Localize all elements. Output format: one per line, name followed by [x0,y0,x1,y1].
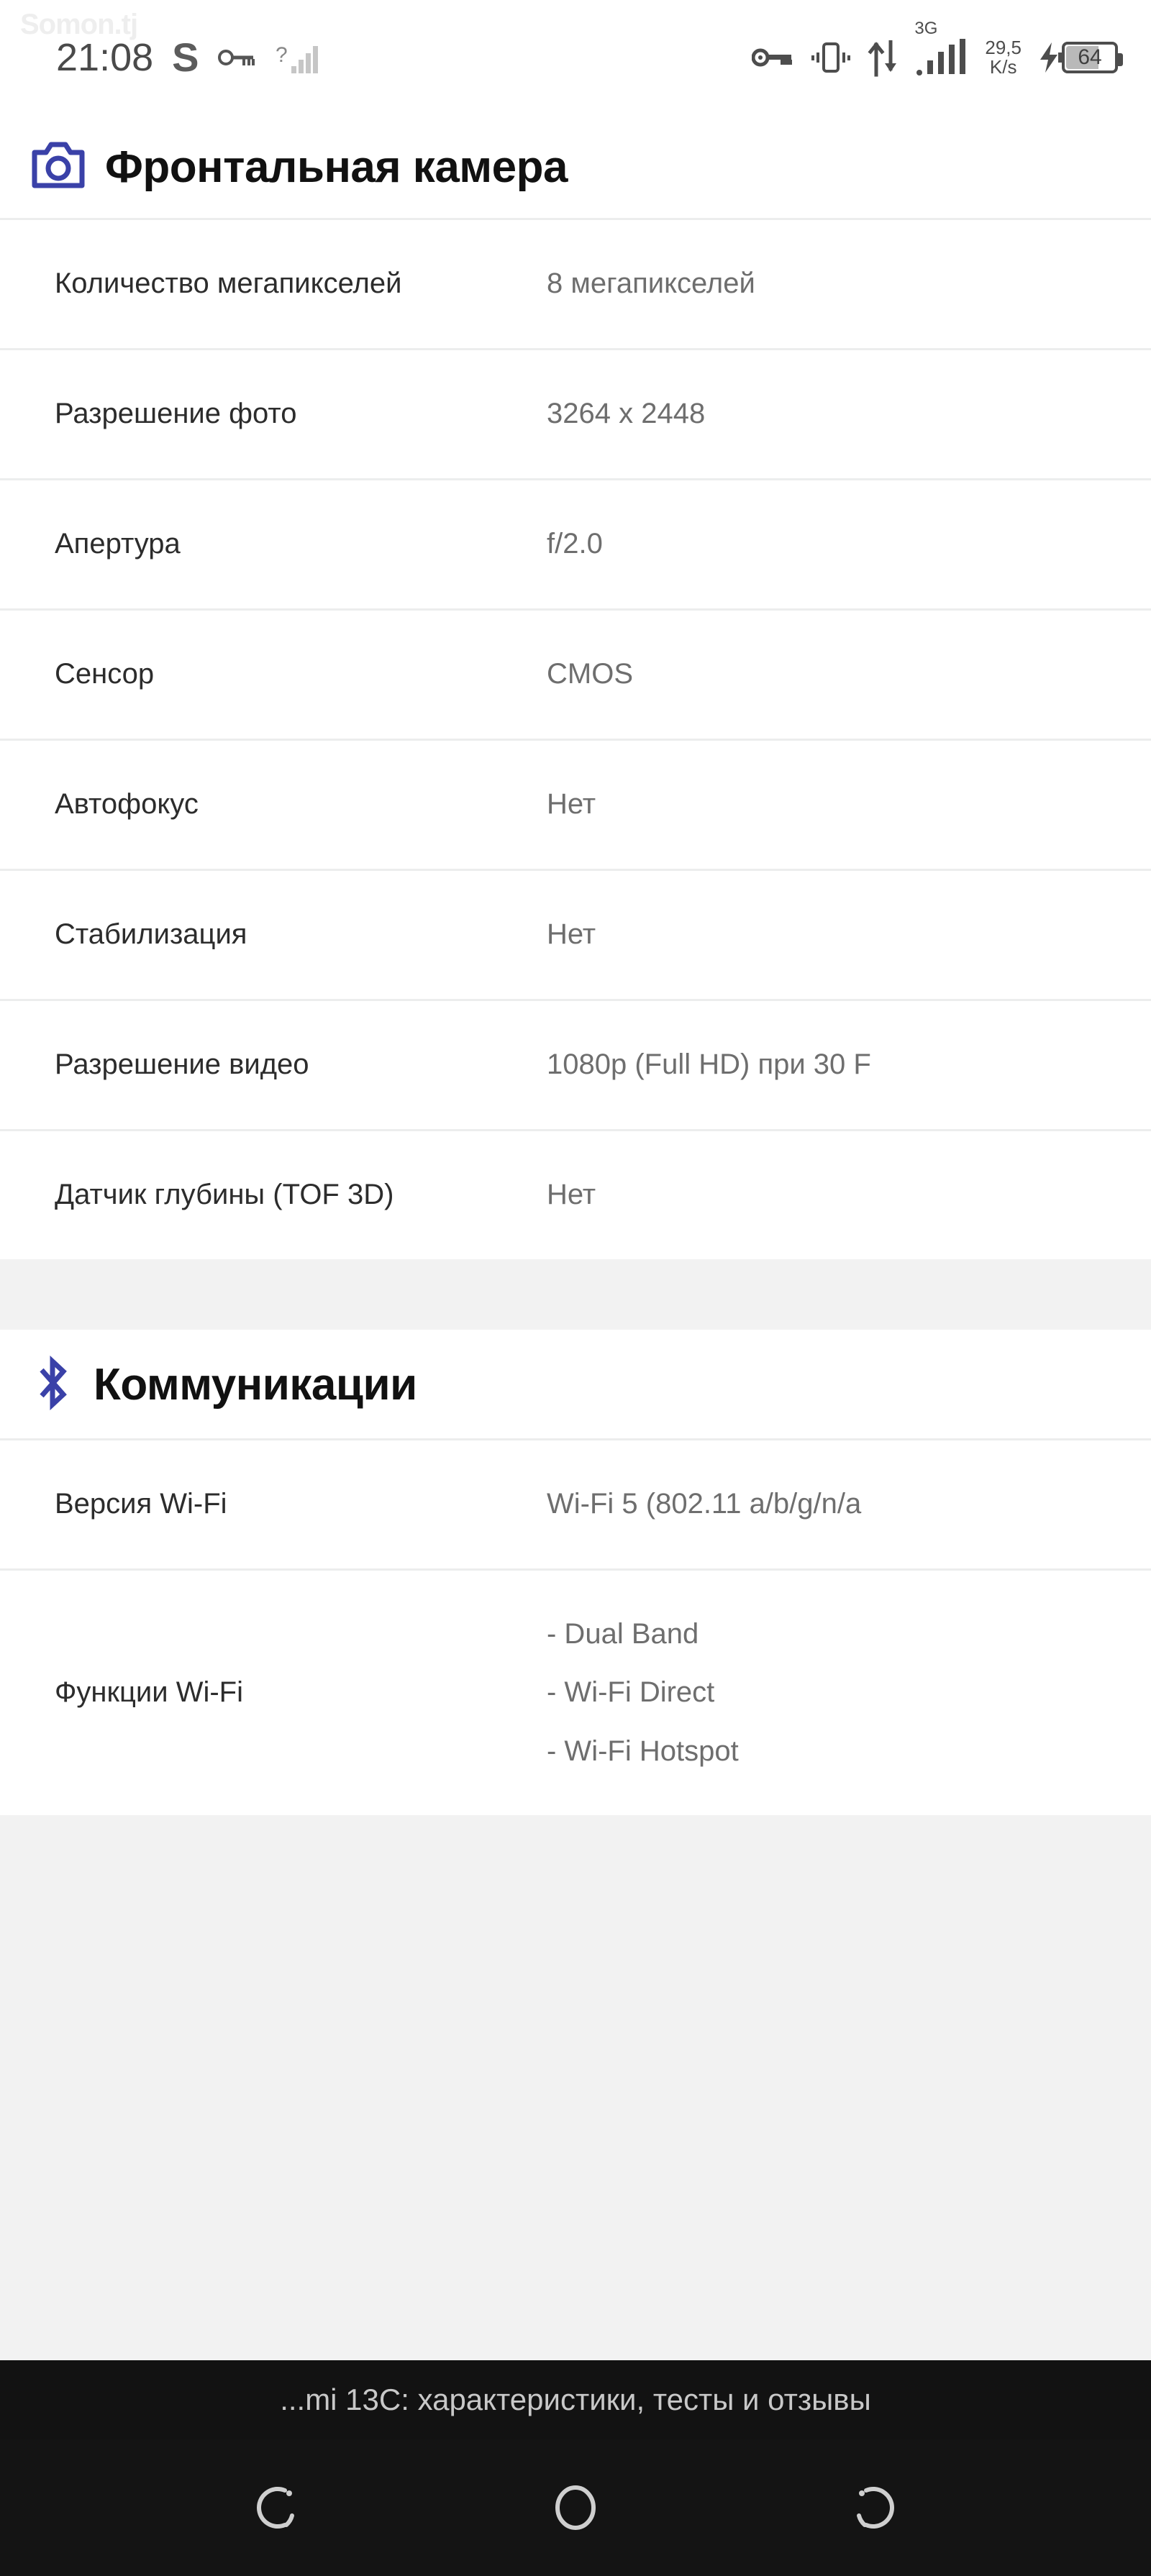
section-header-communications: Коммуникации [0,1330,1151,1438]
status-bar: Somon.tj 21:08 S ? 3G 29,5 K/s 64 [0,0,1151,115]
network-speed-value: 29,5 [985,37,1022,59]
spec-label: Количество мегапикселей [55,268,402,300]
carrier-letter: S [172,35,199,80]
network-speed-unit: K/s [989,56,1017,78]
battery-body: 64 [1062,42,1123,73]
table-row[interactable]: Разрешение фото 3264 x 2448 [0,350,1151,478]
network-type-label: 3G [914,19,938,38]
table-row[interactable]: Стабилизация Нет [0,871,1151,999]
battery-level-label: 64 [1078,45,1102,69]
watermark-somon-tj: Somon.tj [20,9,138,40]
data-transfer-icon [867,37,900,78]
spec-label: Разрешение фото [55,398,297,430]
page-title-bar: ...mi 13C: характеристики, тесты и отзыв… [0,2360,1151,2439]
section-front-camera: Фронтальная камера Количество мегапиксел… [0,115,1151,1259]
spec-value: - Dual Band - Wi-Fi Direct - Wi-Fi Hotspot [547,1596,1151,1790]
battery-indicator: 64 [1037,41,1123,74]
spec-value: 8 мегапикселей [547,268,755,300]
spec-value: Нет [547,918,596,951]
unknown-signal-icon: ? [276,40,320,75]
table-row[interactable]: Функции Wi-Fi - Dual Band - Wi-Fi Direct -… [0,1571,1151,1815]
recents-icon[interactable] [239,2468,318,2547]
bullet-line: - Dual Band [547,1618,699,1650]
phone-screen: Somon.tj 21:08 S ? 3G 29,5 K/s 64 Фронта… [0,0,1151,2576]
spec-label: Сенсор [55,658,155,690]
table-row[interactable]: Датчик глубины (TOF 3D) Нет [0,1131,1151,1259]
camera-icon [32,141,85,193]
table-row[interactable]: Автофокус Нет [0,741,1151,869]
key-icon [752,45,793,70]
spec-label: Автофокус [55,788,199,821]
spec-value: Wi-Fi 5 (802.11 a/b/g/n/a [547,1488,862,1520]
spec-value: f/2.0 [547,528,603,560]
spec-value: 1080p (Full HD) при 30 F [547,1049,871,1081]
bullet-line: - Wi-Fi Direct [547,1676,715,1709]
section-title: Фронтальная камера [105,142,568,192]
table-row[interactable]: Сенсор CMOS [0,611,1151,739]
signal-bars-icon: 3G [914,20,969,76]
spec-label: Версия Wi-Fi [55,1488,227,1520]
spec-value: 3264 x 2448 [547,398,706,430]
network-speed: 29,5 K/s [985,38,1022,76]
android-navigation-bar [0,2439,1151,2576]
section-header-front-camera: Фронтальная камера [0,115,1151,218]
vibrate-icon [809,38,851,77]
table-row[interactable]: Версия Wi-Fi Wi-Fi 5 (802.11 a/b/g/n/a [0,1440,1151,1568]
key-icon [217,45,257,70]
table-row[interactable]: Количество мегапикселей 8 мегапикселей [0,220,1151,348]
section-gap [0,1259,1151,1330]
spec-value: Нет [547,788,596,821]
bluetooth-icon [32,1355,73,1414]
charging-bolt-icon [1037,41,1062,74]
spec-label: Апертура [55,528,181,560]
spec-label: Функции Wi-Fi [55,1676,243,1709]
spec-value: Нет [547,1179,596,1211]
home-circle-icon[interactable] [536,2468,615,2547]
bullet-line: - Wi-Fi Hotspot [547,1735,739,1767]
status-bar-right: 3G 29,5 K/s 64 [752,20,1125,78]
status-clock: 21:08 [56,36,154,79]
section-title: Коммуникации [94,1359,417,1410]
table-row[interactable]: Апертура f/2.0 [0,480,1151,608]
page-title: ...mi 13C: характеристики, тесты и отзыв… [280,2383,871,2416]
spec-value: CMOS [547,658,633,690]
table-row[interactable]: Разрешение видео 1080p (Full HD) при 30 … [0,1001,1151,1129]
svg-text:?: ? [276,43,288,67]
status-bar-left: 21:08 S ? [32,37,320,78]
spec-label: Разрешение видео [55,1049,309,1081]
back-icon[interactable] [833,2468,912,2547]
spec-list-content[interactable]: Фронтальная камера Количество мегапиксел… [0,115,1151,2403]
spec-label: Стабилизация [55,918,247,951]
spec-label: Датчик глубины (TOF 3D) [55,1179,394,1211]
section-communications: Коммуникации Версия Wi-Fi Wi-Fi 5 (802.1… [0,1330,1151,1815]
